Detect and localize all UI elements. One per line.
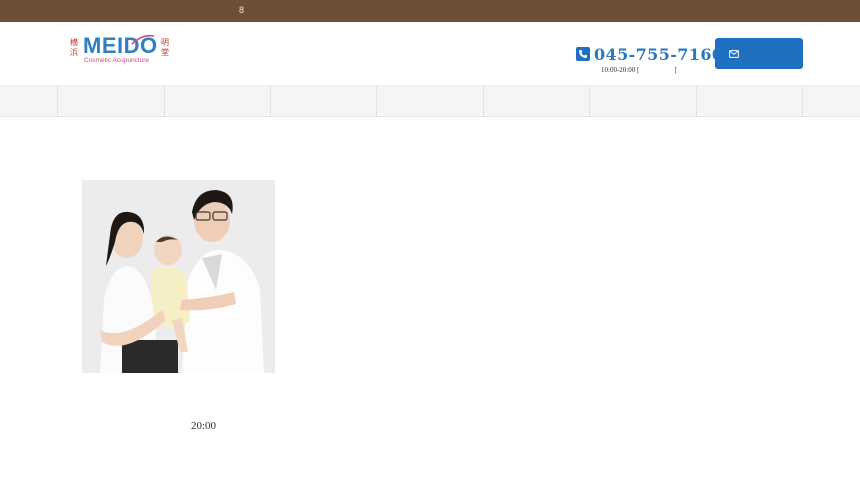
nav-item-4[interactable] [376,86,483,117]
nav-item-6[interactable] [589,86,696,117]
nav-item-2[interactable] [164,86,270,117]
site-header: 横浜 MEIDO Cosmetic Acupuncture 明堂 045-755… [0,22,860,85]
logo-subtitle: Cosmetic Acupuncture [84,57,150,64]
envelope-icon [729,49,739,58]
top-bar: 8 [0,0,860,22]
nav-item-3[interactable] [270,86,376,117]
phone-link[interactable]: 045-755-7160 [576,44,723,64]
site-logo[interactable]: 横浜 MEIDO Cosmetic Acupuncture 明堂 [70,34,174,66]
logo-kanji-left: 横浜 [70,38,78,57]
contact-button[interactable] [715,38,803,69]
nav-item-8[interactable] [802,86,860,117]
logo-swoosh-icon [131,34,155,45]
family-photo [82,180,275,373]
phone-number: 045-755-7160 [594,44,724,64]
phone-icon [576,47,590,61]
nav-item-1[interactable] [57,86,164,117]
main-nav [0,85,860,117]
logo-kanji-right: 明堂 [161,38,169,57]
nav-item-7[interactable] [696,86,802,117]
top-bar-text: 8 [239,5,245,15]
closing-time: 20:00 [191,420,217,432]
nav-item-5[interactable] [483,86,589,117]
business-hours: 10:00-20:00 [ ] [601,66,677,74]
